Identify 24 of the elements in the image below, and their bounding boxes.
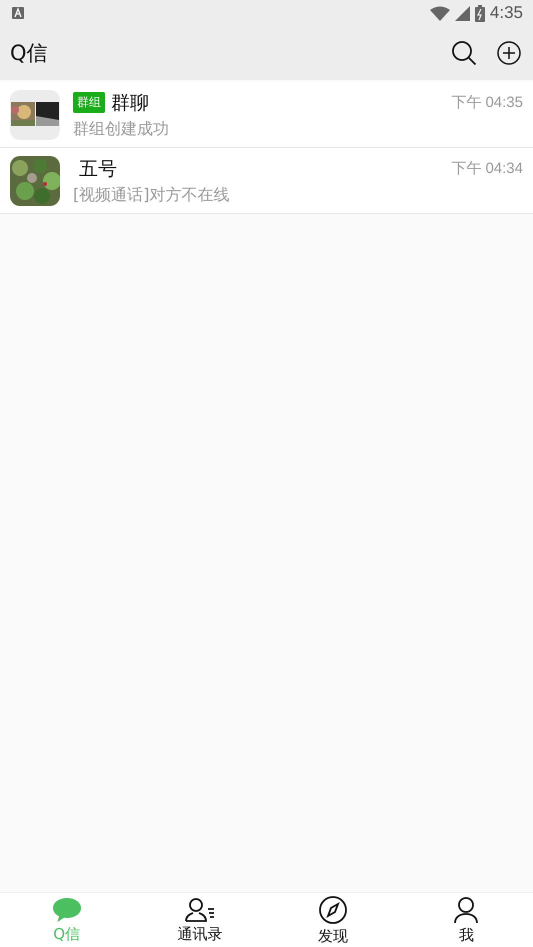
chat-name: 群聊 bbox=[111, 90, 149, 116]
chat-row[interactable]: 五号 下午 04:34 [视频通话]对方不在线 bbox=[0, 148, 533, 214]
chat-bubble-icon bbox=[52, 896, 82, 922]
person-icon bbox=[452, 896, 480, 924]
chat-name: 五号 bbox=[78, 156, 117, 182]
chat-preview: 群组创建成功 bbox=[73, 118, 170, 140]
chat-row[interactable]: 群组 群聊 下午 04:35 群组创建成功 bbox=[0, 82, 533, 148]
search-icon[interactable] bbox=[451, 40, 477, 66]
nav-tab[interactable]: 通讯录 bbox=[133, 893, 266, 947]
app-title: Q信 bbox=[10, 40, 48, 67]
chat-preview: [视频通话]对方不在线 bbox=[73, 184, 230, 206]
chat-time: 下午 04:34 bbox=[451, 159, 523, 178]
compass-icon bbox=[318, 894, 348, 924]
contacts-icon bbox=[184, 896, 216, 922]
status-time: 4:35 bbox=[490, 3, 523, 23]
chat-time: 下午 04:35 bbox=[451, 93, 523, 112]
wifi-icon bbox=[430, 6, 450, 20]
group-tag: 群组 bbox=[73, 92, 105, 113]
keyboard-icon bbox=[12, 7, 24, 19]
nav-tab[interactable]: 我 bbox=[400, 893, 533, 947]
signal-icon bbox=[454, 6, 470, 20]
nav-tab[interactable]: 发现 bbox=[266, 893, 400, 947]
add-icon[interactable] bbox=[497, 41, 521, 65]
battery-icon bbox=[474, 4, 485, 22]
